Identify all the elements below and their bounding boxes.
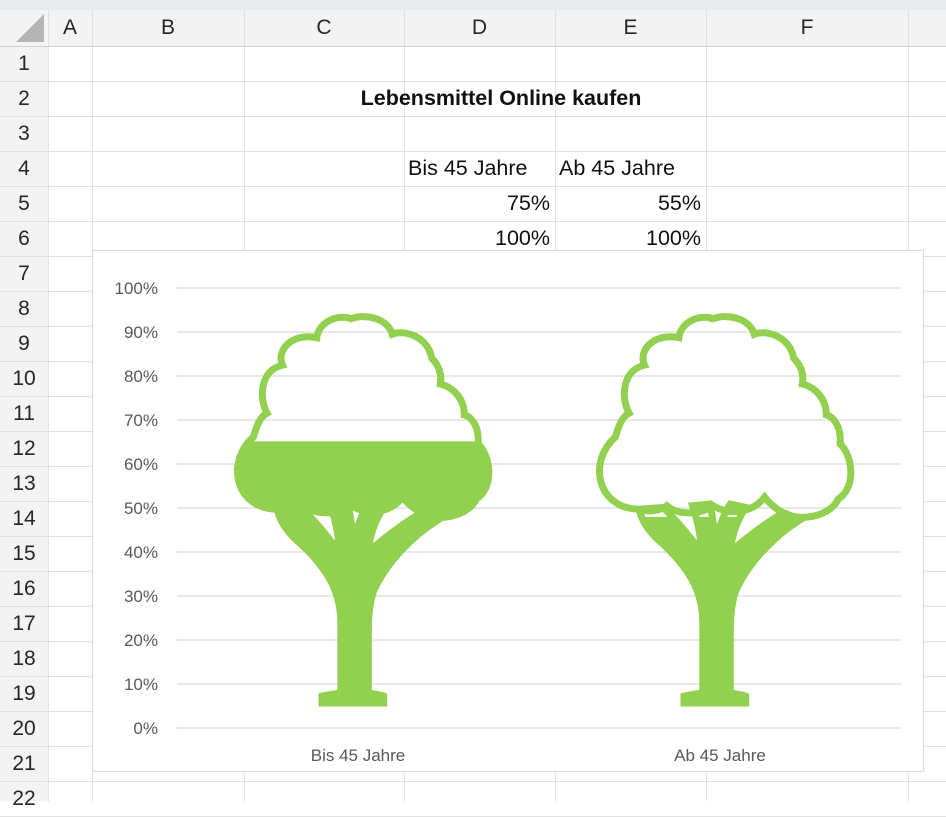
y-tick-label: 10% [124,675,158,694]
row-header-18[interactable]: 18 [0,641,48,676]
column-header-a[interactable]: A [48,10,92,46]
row-header-12[interactable]: 12 [0,431,48,466]
column-divider [48,10,49,801]
y-tick-label: 20% [124,631,158,650]
y-tick-label: 90% [124,323,158,342]
header-divider [0,46,946,47]
row-header-14[interactable]: 14 [0,501,48,536]
y-tick-label: 100% [115,279,158,298]
value-bis-45[interactable]: 75% [404,186,550,221]
y-tick-label: 70% [124,411,158,430]
row-header-5[interactable]: 5 [0,186,48,221]
y-tick-label: 60% [124,455,158,474]
sheet-title[interactable]: Lebensmittel Online kaufen [245,81,757,116]
row-header-17[interactable]: 17 [0,606,48,641]
y-tick-label: 40% [124,543,158,562]
y-tick-label: 50% [124,499,158,518]
value-ab-45[interactable]: 55% [555,186,701,221]
row-header-7[interactable]: 7 [0,256,48,291]
chart-area[interactable]: 0% 10% 20% 30% 40% 50% 60% 70% 80% 90% 100% Bis 45 … [92,250,924,772]
row-header-15[interactable]: 15 [0,536,48,571]
x-category-label: Ab 45 Jahre [674,746,766,765]
row-header-13[interactable]: 13 [0,466,48,501]
x-category-label: Bis 45 Jahre [311,746,406,765]
row-header-11[interactable]: 11 [0,396,48,431]
column-header-d[interactable]: D [404,10,555,46]
header-bis-45[interactable]: Bis 45 Jahre [408,151,553,186]
row-header-22[interactable]: 22 [0,781,48,816]
tree-chart: 0% 10% 20% 30% 40% 50% 60% 70% 80% 90% 100% Bis 45 … [115,279,901,765]
row-header-2[interactable]: 2 [0,81,48,116]
row-header-10[interactable]: 10 [0,361,48,396]
column-header-b[interactable]: B [92,10,244,46]
row-header-9[interactable]: 9 [0,326,48,361]
row-header-3[interactable]: 3 [0,116,48,151]
row-divider [0,781,946,782]
y-tick-label: 80% [124,367,158,386]
select-all-corner[interactable] [0,10,48,46]
select-all-triangle-icon [16,14,44,42]
row-header-20[interactable]: 20 [0,711,48,746]
column-header-e[interactable]: E [555,10,706,46]
row-header-8[interactable]: 8 [0,291,48,326]
y-tick-label: 0% [133,719,158,738]
window-top-strip [0,0,946,10]
header-ab-45[interactable]: Ab 45 Jahre [559,151,704,186]
column-header-f[interactable]: F [706,10,908,46]
y-tick-label: 30% [124,587,158,606]
row-header-19[interactable]: 19 [0,676,48,711]
row-header-4[interactable]: 4 [0,151,48,186]
row-header-1[interactable]: 1 [0,46,48,81]
row-header-16[interactable]: 16 [0,571,48,606]
row-header-21[interactable]: 21 [0,746,48,781]
row-divider [0,116,946,117]
row-header-6[interactable]: 6 [0,221,48,256]
column-header-c[interactable]: C [244,10,404,46]
